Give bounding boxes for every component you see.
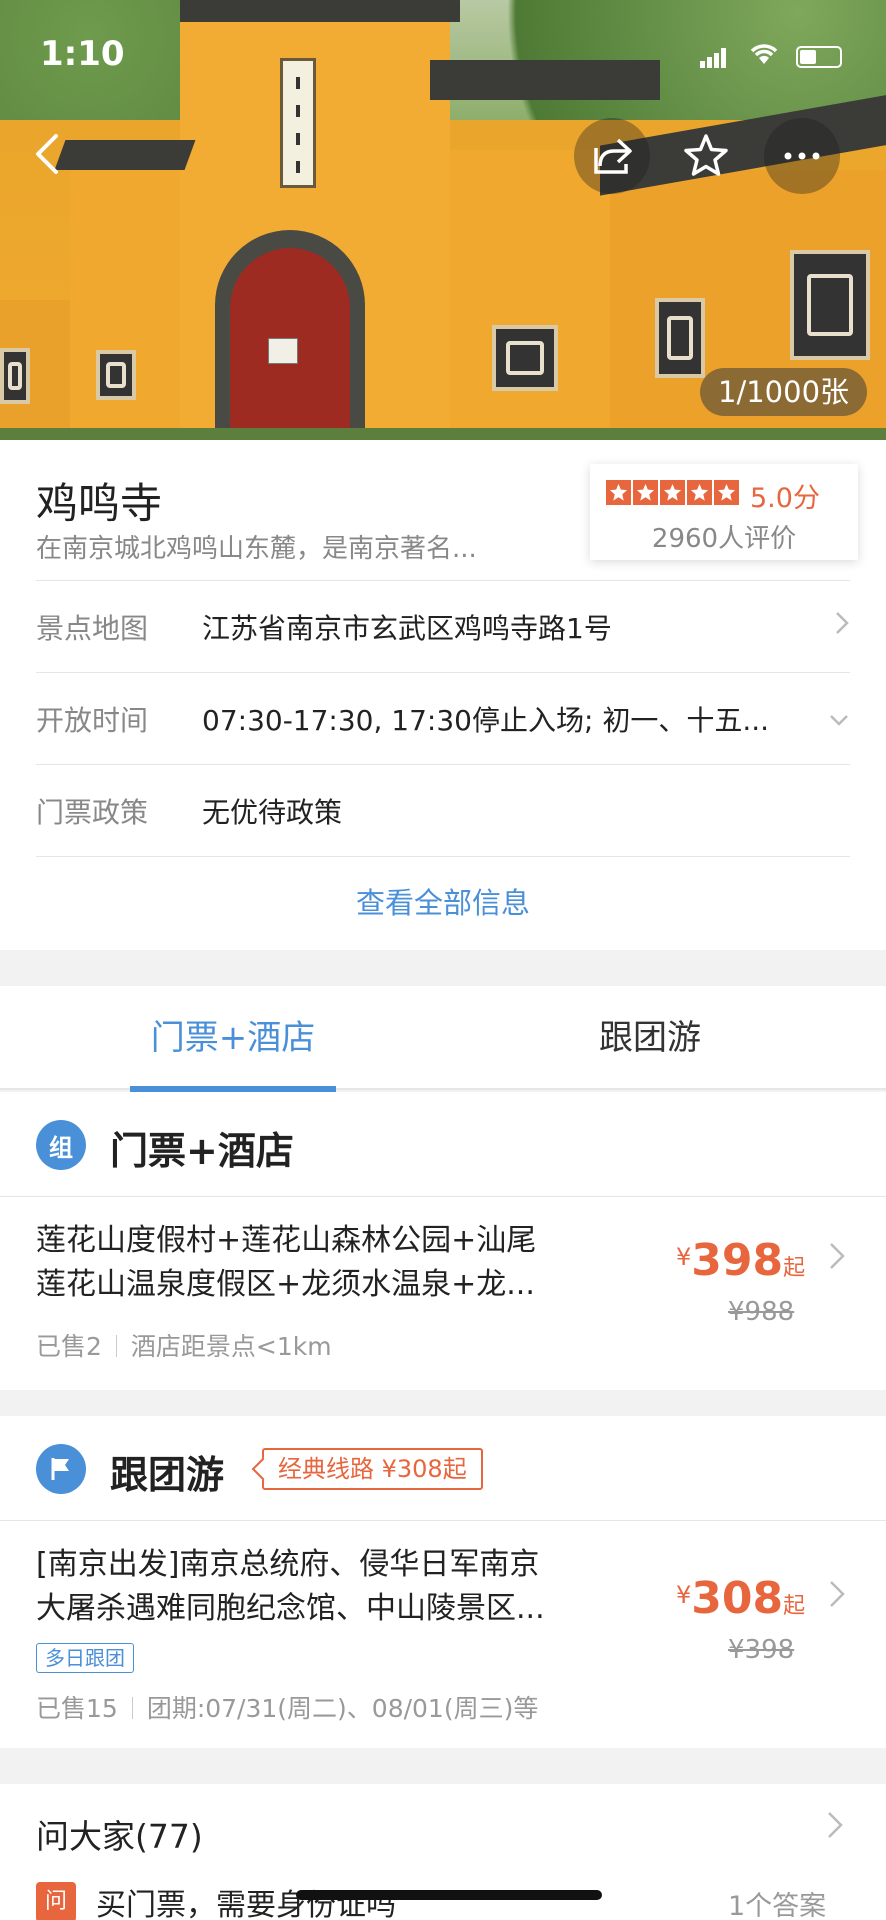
view-all-info-link[interactable]: 查看全部信息 <box>36 856 850 948</box>
back-button[interactable] <box>10 116 86 192</box>
rating-box[interactable]: 5.0分 2960人评价 <box>590 464 858 560</box>
chevron-right-icon <box>834 609 850 644</box>
currency-symbol: ¥ <box>676 1581 692 1609</box>
original-price: ¥398 <box>728 1635 795 1665</box>
hedge <box>0 428 886 440</box>
info-row-policy: 门票政策 无优待政策 <box>36 764 850 856</box>
tab-label: 跟团游 <box>599 1018 701 1058</box>
rating-score: 5.0分 <box>750 483 820 514</box>
question-icon: 问 <box>36 1882 76 1920</box>
info-row-map[interactable]: 景点地图 江苏省南京市玄武区鸡鸣寺路1号 <box>36 580 850 672</box>
product-meta: 已售15 团期:07/31(周二)、08/01(周三)等 <box>36 1689 538 1725</box>
product-title-line: 莲花山度假村+莲花山森林公园+汕尾 <box>36 1223 537 1258</box>
stone-character-3 <box>790 250 870 360</box>
stone-character-4 <box>96 350 136 400</box>
original-price: ¥988 <box>728 1297 795 1327</box>
chevron-right-icon <box>826 1808 844 1849</box>
product-title-line: 大屠杀遇难同胞纪念馆、中山陵景区... <box>36 1591 545 1626</box>
tab-ticket-hotel[interactable]: 门票+酒店 <box>130 986 336 1092</box>
section-header: 跟团游 经典线路 ¥308起 <box>0 1416 886 1521</box>
section-title: 门票+酒店 <box>110 1129 294 1173</box>
stone-character-1 <box>492 325 558 391</box>
combo-icon-text: 组 <box>49 1133 73 1162</box>
favorite-button[interactable] <box>668 118 744 194</box>
question-text[interactable]: 买门票，需要身份证吗 <box>96 1880 396 1920</box>
rating-star-icon <box>660 480 685 505</box>
rating-stars <box>606 480 741 505</box>
battery-icon <box>796 46 842 68</box>
product-price: ¥398起 <box>676 1235 805 1286</box>
share-icon <box>594 138 632 174</box>
hero-photo[interactable]: 1:10 1/1000张 <box>0 0 886 440</box>
rating-star-icon <box>606 480 631 505</box>
product-price: ¥308起 <box>676 1573 805 1624</box>
classic-route-badge: 经典线路 ¥308起 <box>262 1448 483 1490</box>
info-row-value: 江苏省南京市玄武区鸡鸣寺路1号 <box>202 612 612 645</box>
combo-icon: 组 <box>36 1120 86 1170</box>
multi-day-tag: 多日跟团 <box>36 1643 134 1673</box>
attraction-info-card: 鸡鸣寺 在南京城北鸡鸣山东麓，是南京著名... 5.0分 2960人评价 景点地… <box>0 440 886 950</box>
product-title: 莲花山度假村+莲花山森林公园+汕尾 莲花山温泉度假区+龙须水温泉+龙... <box>36 1219 616 1307</box>
product-title-line: [南京出发]南京总统府、侵华日军南京 <box>36 1547 540 1582</box>
section-title: 跟团游 <box>110 1453 225 1497</box>
ask-title: 问大家(77) <box>36 1817 203 1856</box>
product-tabs: 门票+酒店 跟团游 <box>0 986 886 1092</box>
rating-star-icon <box>687 480 712 505</box>
info-row-value: 无优待政策 <box>202 796 343 829</box>
hotel-distance: 酒店距景点<1km <box>130 1332 332 1361</box>
price-value: 398 <box>691 1235 784 1286</box>
attraction-description[interactable]: 在南京城北鸡鸣山东麓，是南京著名... <box>36 528 536 565</box>
stone-character-5 <box>0 348 30 404</box>
rating-star-icon <box>633 480 658 505</box>
info-row-label: 景点地图 <box>36 612 149 645</box>
info-row-label: 门票政策 <box>36 796 149 829</box>
price-value: 308 <box>691 1573 784 1624</box>
currency-symbol: ¥ <box>676 1243 692 1271</box>
sold-count: 已售15 <box>36 1694 118 1723</box>
home-indicator[interactable] <box>296 1890 602 1900</box>
info-row-value: 07:30-17:30, 17:30停止入场; 初一、十五... <box>202 704 770 737</box>
price-suffix: 起 <box>783 1256 806 1281</box>
door-sign <box>268 338 298 364</box>
review-count: 2960人评价 <box>651 524 797 554</box>
status-time: 1:10 <box>40 34 125 74</box>
sold-count: 已售2 <box>36 1332 102 1361</box>
product-meta: 已售2 酒店距景点<1km <box>36 1327 332 1363</box>
product-title-line: 莲花山温泉度假区+龙须水温泉+龙... <box>36 1267 535 1302</box>
section-header: 组 门票+酒店 <box>0 1092 886 1197</box>
stone-character-2 <box>655 298 705 378</box>
rating-star-icon <box>714 480 739 505</box>
status-bar: 1:10 <box>0 0 886 110</box>
more-button[interactable] <box>764 118 840 194</box>
ticket-hotel-section: 组 门票+酒店 莲花山度假村+莲花山森林公园+汕尾 莲花山温泉度假区+龙须水温泉… <box>0 1092 886 1390</box>
chevron-down-icon <box>828 701 850 736</box>
attraction-detail-page: 1:10 1/1000张 鸡鸣寺 在南京城北鸡鸣山东麓，是南京著名... 5.0… <box>0 0 886 1920</box>
group-tour-section: 跟团游 经典线路 ¥308起 [南京出发]南京总统府、侵华日军南京 大屠杀遇难同… <box>0 1416 886 1748</box>
tab-label: 门票+酒店 <box>150 1018 316 1058</box>
price-suffix: 起 <box>783 1594 806 1619</box>
star-icon <box>684 134 728 176</box>
more-icon <box>784 152 820 160</box>
info-row-hours[interactable]: 开放时间 07:30-17:30, 17:30停止入场; 初一、十五... <box>36 672 850 764</box>
answer-count: 1个答案 <box>728 1891 827 1920</box>
tour-schedule: 团期:07/31(周二)、08/01(周三)等 <box>146 1694 539 1723</box>
wifi-icon <box>748 40 780 73</box>
chevron-right-icon <box>828 1577 846 1618</box>
share-button[interactable] <box>574 118 650 194</box>
attraction-title: 鸡鸣寺 <box>36 479 163 528</box>
info-row-label: 开放时间 <box>36 704 149 737</box>
signal-icon <box>700 48 726 68</box>
flag-icon <box>36 1444 86 1494</box>
product-title: [南京出发]南京总统府、侵华日军南京 大屠杀遇难同胞纪念馆、中山陵景区... <box>36 1543 616 1631</box>
photo-count-badge[interactable]: 1/1000张 <box>700 368 868 416</box>
chevron-left-icon <box>36 134 58 174</box>
tab-group-tour[interactable]: 跟团游 <box>560 986 740 1090</box>
chevron-right-icon <box>828 1239 846 1280</box>
